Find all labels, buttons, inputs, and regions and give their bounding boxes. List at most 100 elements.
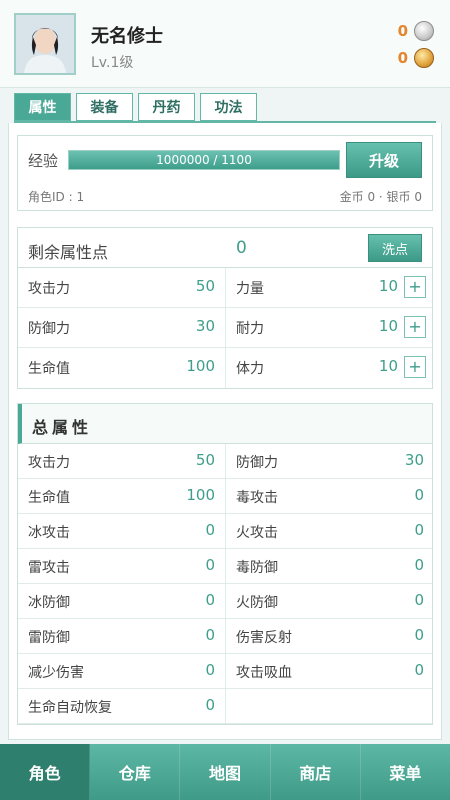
attribute-value: 0: [414, 661, 424, 679]
nav-shop[interactable]: 商店: [271, 744, 361, 800]
nav-menu[interactable]: 菜单: [361, 744, 450, 800]
nav-warehouse[interactable]: 仓库: [90, 744, 181, 800]
total-attribute-cell: 攻击力 50: [18, 444, 226, 479]
attribute-label: 火攻击: [236, 525, 278, 541]
strength-label: 力量: [236, 281, 264, 297]
defense-label: 防御力: [28, 321, 70, 337]
attack-label: 攻击力: [28, 281, 70, 297]
allocation-row: 生命值 100 体力 10 +: [18, 348, 432, 388]
tab-elixirs[interactable]: 丹药: [138, 93, 195, 121]
total-attributes: 总属性 攻击力 50 防御力 30 生命值 100 毒攻击 0 冰攻击 0 火攻击 0 雷攻击 0 毒防御 0…: [17, 403, 433, 725]
remaining-points-value: 0: [236, 238, 247, 258]
avatar[interactable]: [14, 13, 76, 75]
silver-value: 0: [397, 22, 408, 40]
attribute-value: 30: [404, 451, 424, 469]
total-attributes-header: 总属性: [18, 404, 432, 444]
attribute-label: 雷攻击: [28, 560, 70, 576]
attribute-label: 生命值: [28, 490, 70, 506]
attribute-label: 毒攻击: [236, 490, 278, 506]
allocation-header: 剩余属性点 0 洗点: [18, 228, 432, 268]
attribute-value: 0: [414, 591, 424, 609]
total-attributes-title: 总属性: [32, 418, 93, 437]
total-attribute-cell: 攻击吸血 0: [226, 654, 434, 689]
attribute-label: 生命自动恢复: [28, 700, 112, 716]
attack-value: 50: [195, 277, 215, 295]
total-attribute-row: 攻击力 50 防御力 30: [18, 444, 432, 479]
gold-value: 0: [397, 49, 408, 67]
silver-balance: 0: [398, 20, 434, 42]
silver-coin-icon: [414, 21, 434, 41]
exp-progress-bar: 1000000 / 1100: [68, 150, 340, 170]
attribute-value: 0: [205, 661, 215, 679]
character-name: 无名修士: [91, 26, 163, 47]
attribute-label: 伤害反射: [236, 630, 292, 646]
total-attribute-cell: 冰攻击 0: [18, 514, 226, 549]
attribute-label: 冰防御: [28, 595, 70, 611]
total-attribute-cell: 毒攻击 0: [226, 479, 434, 514]
attribute-label: 减少伤害: [28, 665, 84, 681]
wealth-summary: 金币 0 · 银币 0: [339, 190, 422, 204]
reset-points-button[interactable]: 洗点: [368, 234, 422, 262]
attribute-label: 火防御: [236, 595, 278, 611]
total-attribute-row: 冰防御 0 火防御 0: [18, 584, 432, 619]
total-attribute-row: 生命值 100 毒攻击 0: [18, 479, 432, 514]
attribute-label: 雷防御: [28, 630, 70, 646]
attribute-value: 0: [414, 486, 424, 504]
total-attribute-cell: 冰防御 0: [18, 584, 226, 619]
add-strength-button[interactable]: +: [404, 276, 426, 298]
total-attribute-cell: 火攻击 0: [226, 514, 434, 549]
attribute-value: 0: [414, 626, 424, 644]
character-tabs: 属性 装备 丹药 功法: [14, 93, 257, 121]
total-attribute-cell: 减少伤害 0: [18, 654, 226, 689]
defense-value: 30: [195, 317, 215, 335]
total-attribute-row: 雷防御 0 伤害反射 0: [18, 619, 432, 654]
total-attribute-cell: 生命值 100: [18, 479, 226, 514]
character-level: Lv.1级: [91, 55, 134, 71]
add-endurance-button[interactable]: +: [404, 316, 426, 338]
endurance-value: 10: [378, 317, 398, 335]
attribute-value: 0: [205, 626, 215, 644]
attribute-value: 0: [205, 696, 215, 714]
total-attribute-cell: 毒防御 0: [226, 549, 434, 584]
total-attribute-row: 冰攻击 0 火攻击 0: [18, 514, 432, 549]
total-attribute-cell: 雷防御 0: [18, 619, 226, 654]
role-id: 角色ID : 1: [28, 190, 85, 204]
attribute-label: 攻击力: [28, 455, 70, 471]
vitality-value: 10: [378, 357, 398, 375]
attribute-label: 冰攻击: [28, 525, 70, 541]
allocation-row: 攻击力 50 力量 10 +: [18, 268, 432, 308]
total-attribute-cell: [226, 689, 434, 724]
total-attribute-cell: 伤害反射 0: [226, 619, 434, 654]
attribute-value: 0: [414, 521, 424, 539]
tab-equipment[interactable]: 装备: [76, 93, 133, 121]
vitality-label: 体力: [236, 361, 264, 377]
nav-character[interactable]: 角色: [0, 744, 91, 800]
attribute-label: 毒防御: [236, 560, 278, 576]
total-attribute-cell: 防御力 30: [226, 444, 434, 479]
gold-coin-icon: [414, 48, 434, 68]
total-attribute-row: 雷攻击 0 毒防御 0: [18, 549, 432, 584]
total-attribute-cell: 火防御 0: [226, 584, 434, 619]
nav-map[interactable]: 地图: [180, 744, 271, 800]
total-attribute-cell: 生命自动恢复 0: [18, 689, 226, 724]
attribute-label: 防御力: [236, 455, 278, 471]
gold-balance: 0: [398, 47, 434, 69]
endurance-label: 耐力: [236, 321, 264, 337]
total-attribute-row: 减少伤害 0 攻击吸血 0: [18, 654, 432, 689]
bottom-nav: 角色 仓库 地图 商店 菜单: [0, 744, 450, 800]
attribute-label: 攻击吸血: [236, 665, 292, 681]
tab-skills[interactable]: 功法: [200, 93, 257, 121]
attribute-value: 100: [186, 486, 215, 504]
tab-attributes[interactable]: 属性: [14, 93, 71, 121]
attribute-allocation: 剩余属性点 0 洗点 攻击力 50 力量 10 + 防御力 30 耐力 10 + 生命值 10…: [17, 227, 433, 389]
attribute-value: 0: [205, 521, 215, 539]
attribute-value: 50: [195, 451, 215, 469]
add-vitality-button[interactable]: +: [404, 356, 426, 378]
allocation-row: 防御力 30 耐力 10 +: [18, 308, 432, 348]
attribute-value: 0: [205, 556, 215, 574]
attribute-value: 0: [414, 556, 424, 574]
upgrade-button[interactable]: 升级: [346, 142, 422, 178]
allocation-grid: 攻击力 50 力量 10 + 防御力 30 耐力 10 + 生命值 100 体力 10 +: [18, 268, 432, 389]
total-attribute-row: 生命自动恢复 0: [18, 689, 432, 724]
hp-label: 生命值: [28, 361, 70, 377]
